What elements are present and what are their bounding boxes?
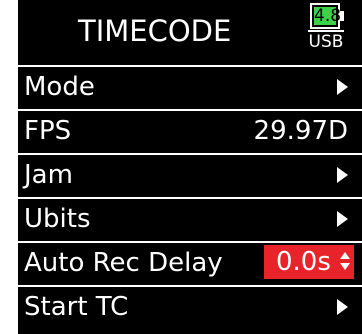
battery-level: 4.8 <box>314 6 342 26</box>
menu-item-start-tc[interactable]: Start TC <box>18 285 362 325</box>
power-source-label: USB <box>308 30 344 52</box>
menu-item-label: FPS <box>24 116 72 146</box>
menu-item-auto-rec-delay[interactable]: Auto Rec Delay 0.0s <box>18 241 362 281</box>
battery-indicator: 4.8 USB <box>308 3 346 57</box>
menu-item-label: Mode <box>24 72 95 102</box>
menu-item-fps[interactable]: FPS 29.97D <box>18 109 362 149</box>
up-down-icon <box>340 252 350 272</box>
fps-value: 29.97D <box>253 116 348 146</box>
menu-item-jam[interactable]: Jam <box>18 153 362 193</box>
battery-terminal <box>340 11 344 21</box>
menu-item-mode[interactable]: Mode <box>18 65 362 105</box>
menu-item-label: Jam <box>24 160 73 190</box>
menu-item-label: Ubits <box>24 204 91 234</box>
menu-item-ubits[interactable]: Ubits <box>18 197 362 237</box>
timecode-screen: TIMECODE 4.8 USB Mode FPS 29.97D Jam Ubi… <box>18 0 362 334</box>
chevron-right-icon <box>337 167 348 183</box>
chevron-right-icon <box>337 211 348 227</box>
auto-rec-delay-value: 0.0s <box>276 247 331 277</box>
menu-item-label: Start TC <box>24 292 129 322</box>
auto-rec-delay-value-selector[interactable]: 0.0s <box>264 245 354 279</box>
page-title: TIMECODE <box>78 14 232 48</box>
chevron-right-icon <box>337 79 348 95</box>
menu-item-label: Auto Rec Delay <box>24 248 223 278</box>
battery-icon: 4.8 <box>310 3 342 29</box>
header: TIMECODE 4.8 USB <box>18 0 362 70</box>
chevron-right-icon <box>337 299 348 315</box>
